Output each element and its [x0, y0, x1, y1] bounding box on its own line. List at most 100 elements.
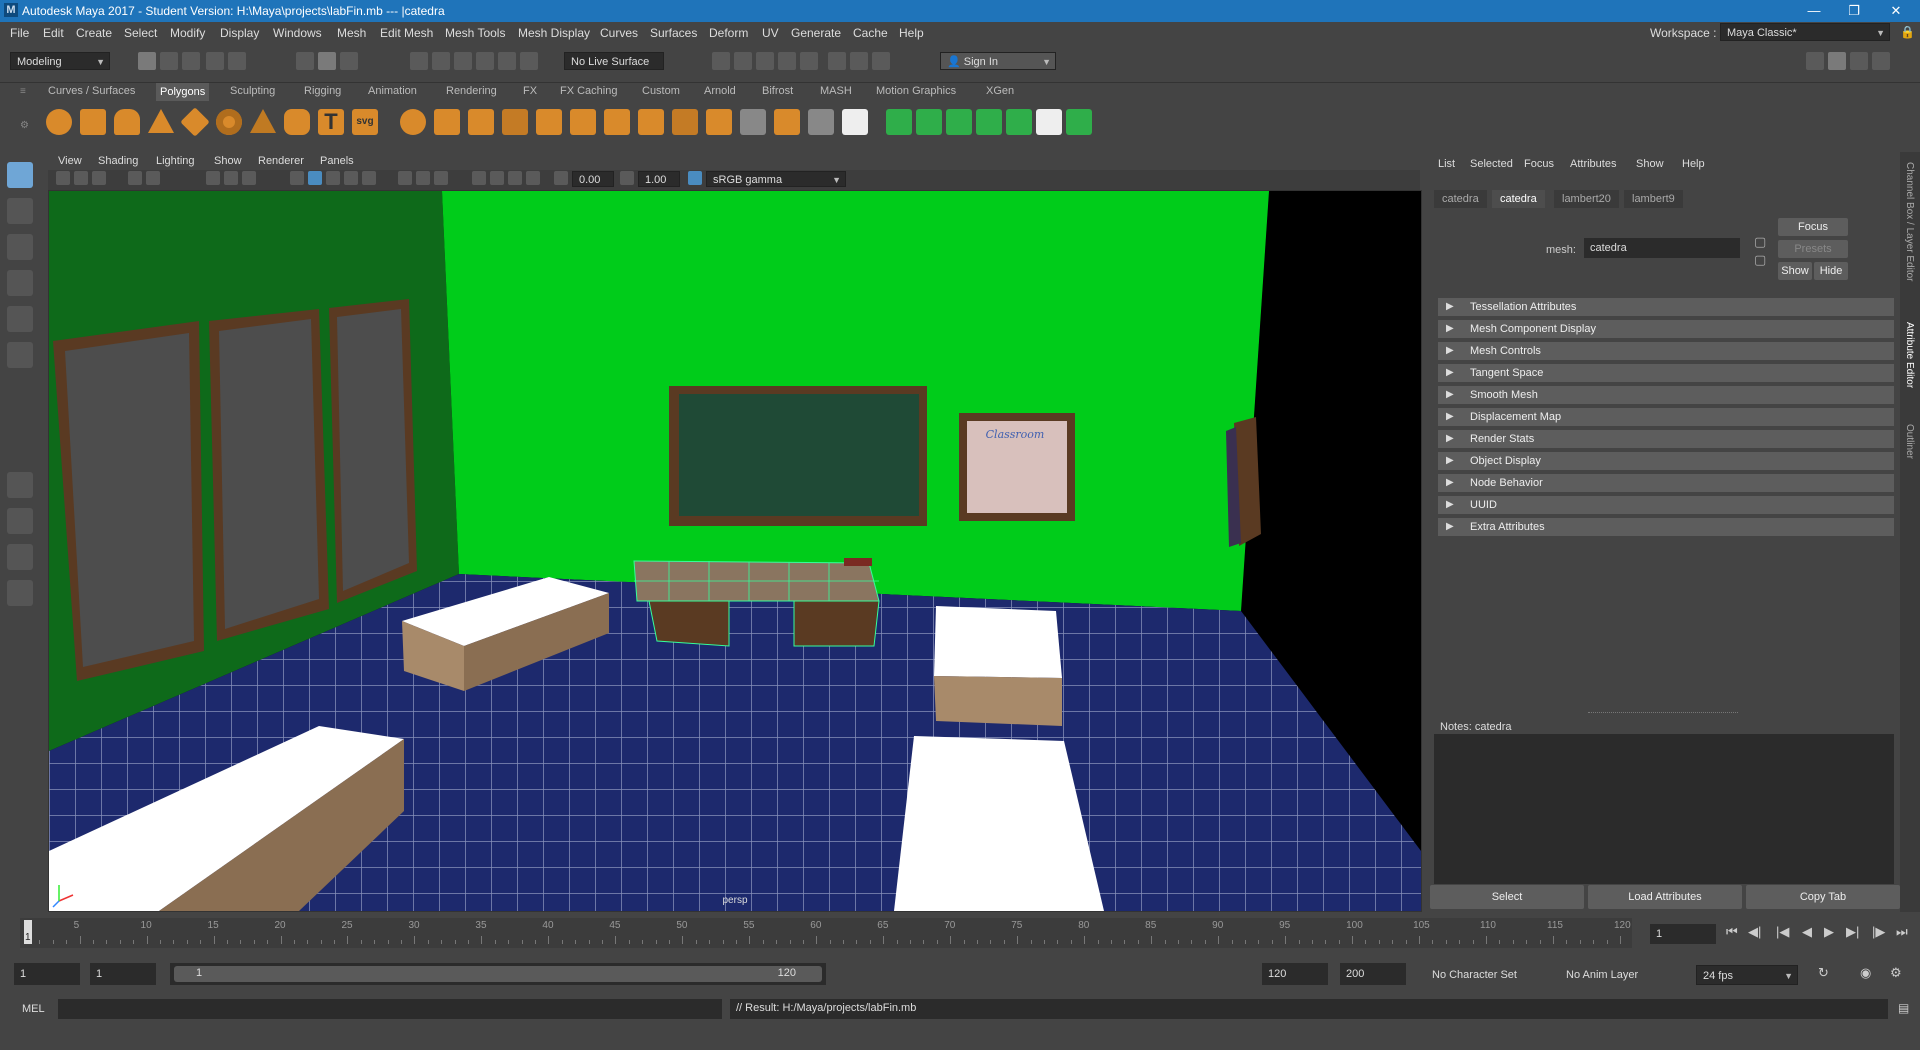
menu-help[interactable]: Help — [899, 26, 924, 40]
booleans-icon[interactable] — [842, 109, 868, 135]
shelf-tab-polygons[interactable]: Polygons — [156, 83, 210, 101]
viewport-menu-view[interactable]: View — [58, 155, 82, 167]
copy-tab-button[interactable]: Copy Tab — [1746, 885, 1900, 909]
animation-start-field[interactable]: 1 — [14, 963, 80, 985]
attribute-editor-toggle-icon[interactable] — [1828, 52, 1846, 70]
restore-icon[interactable]: ❐ — [1834, 2, 1874, 20]
open-scene-icon[interactable] — [160, 52, 178, 70]
insert-edge-loop-icon[interactable] — [706, 109, 732, 135]
side-tab-channel-box[interactable]: Channel Box / Layer Editor — [1904, 162, 1915, 282]
anim-layer-dropdown[interactable]: No Anim Layer — [1560, 965, 1676, 985]
modeling-toolkit-icon[interactable] — [1806, 52, 1824, 70]
separate-icon[interactable] — [434, 109, 460, 135]
viewport-3d[interactable]: Classroom persp — [48, 190, 1422, 912]
shadows-icon[interactable] — [398, 171, 412, 185]
ae-menu-selected[interactable]: Selected — [1470, 158, 1513, 170]
gamma-field[interactable]: 1.00 — [638, 171, 680, 187]
snap-view-icon[interactable] — [476, 52, 494, 70]
hide-button[interactable]: Hide — [1814, 262, 1848, 280]
exposure-field[interactable]: 0.00 — [572, 171, 614, 187]
animation-end-field[interactable]: 200 — [1340, 963, 1406, 985]
paint-select-tool-icon[interactable] — [7, 234, 33, 260]
section-node-behavior[interactable]: ▶ Node Behavior — [1438, 474, 1894, 492]
step-forward-frame-icon[interactable]: ▶| — [1846, 924, 1859, 940]
side-tab-attribute-editor[interactable]: Attribute Editor — [1904, 322, 1915, 388]
menu-edit-mesh[interactable]: Edit Mesh — [380, 26, 433, 40]
section-uuid[interactable]: ▶ UUID — [1438, 496, 1894, 514]
render-settings-icon[interactable] — [778, 52, 796, 70]
shelf-tab-fx[interactable]: FX — [523, 85, 537, 97]
poly-prism-icon[interactable] — [250, 109, 276, 133]
wireframe-icon[interactable] — [290, 171, 304, 185]
film-gate-icon[interactable] — [224, 171, 238, 185]
menu-mesh[interactable]: Mesh — [337, 26, 366, 40]
shelf-tab-custom[interactable]: Custom — [642, 85, 680, 97]
combine-icon[interactable] — [400, 109, 426, 135]
quad-draw-icon[interactable] — [672, 109, 698, 135]
render-view-icon[interactable] — [712, 52, 730, 70]
uv-spherical-icon[interactable] — [946, 109, 972, 135]
outliner-layout-icon[interactable] — [7, 580, 33, 606]
poly-pipe-icon[interactable] — [284, 109, 310, 135]
ipr-render-icon[interactable] — [756, 52, 774, 70]
character-set-dropdown[interactable]: No Character Set — [1426, 965, 1550, 985]
time-slider[interactable]: 5 10 15 20 25 30 35 40 45 50 55 60 65 70 75 80 85 90 95 100… — [20, 918, 1632, 948]
viewport-menu-panels[interactable]: Panels — [320, 155, 354, 167]
shelf-tab-rigging[interactable]: Rigging — [304, 85, 341, 97]
mesh-name-field[interactable]: catedra — [1584, 238, 1740, 258]
grid-icon[interactable] — [206, 171, 220, 185]
menu-deform[interactable]: Deform — [709, 26, 748, 40]
isolate-select-icon[interactable] — [472, 171, 486, 185]
ae-menu-help[interactable]: Help — [1682, 158, 1705, 170]
go-to-end-icon[interactable]: ⏭ — [1896, 924, 1908, 940]
shelf-tab-mash[interactable]: MASH — [820, 85, 852, 97]
shelf-gear-icon[interactable]: ⚙ — [20, 120, 29, 131]
poly-type-icon[interactable]: T — [318, 109, 344, 135]
wireframe-on-shaded-icon[interactable] — [326, 171, 340, 185]
poly-cylinder-icon[interactable] — [114, 109, 140, 135]
show-button[interactable]: Show — [1778, 262, 1812, 280]
ae-tab-lambert20[interactable]: lambert20 — [1554, 190, 1619, 208]
ae-tab-shape[interactable]: catedra — [1492, 190, 1545, 208]
mode-dropdown[interactable]: Modeling ▼ — [10, 52, 110, 70]
motion-blur-icon[interactable] — [434, 171, 448, 185]
uv-editor-icon[interactable] — [1006, 109, 1032, 135]
shelf-tab-bifrost[interactable]: Bifrost — [762, 85, 793, 97]
shelf-tab-fx-caching[interactable]: FX Caching — [560, 85, 617, 97]
menu-cache[interactable]: Cache — [853, 26, 888, 40]
checker-icon[interactable] — [1036, 109, 1062, 135]
lasso-tool-icon[interactable] — [7, 198, 33, 224]
presets-button[interactable]: Presets — [1778, 240, 1848, 258]
shelf-tab-curves-surfaces[interactable]: Curves / Surfaces — [48, 85, 135, 97]
ambient-occlusion-icon[interactable] — [416, 171, 430, 185]
menu-create[interactable]: Create — [76, 26, 112, 40]
two-view-layout-icon[interactable] — [7, 544, 33, 570]
snap-grid-icon[interactable] — [410, 52, 428, 70]
range-slider[interactable]: 1 120 — [170, 963, 826, 985]
use-all-lights-icon[interactable] — [362, 171, 376, 185]
merge-icon[interactable] — [808, 109, 834, 135]
multi-cut-icon[interactable] — [604, 109, 630, 135]
shelf-tab-arnold[interactable]: Arnold — [704, 85, 736, 97]
splitter-handle[interactable] — [1588, 712, 1738, 715]
uv-layout-icon[interactable] — [1066, 109, 1092, 135]
menu-mesh-display[interactable]: Mesh Display — [518, 26, 590, 40]
sign-in-button[interactable]: 👤 Sign In ▼ — [940, 52, 1056, 70]
section-tessellation-attributes[interactable]: ▶ Tessellation Attributes — [1438, 298, 1894, 316]
four-view-layout-icon[interactable] — [7, 508, 33, 534]
section-tangent-space[interactable]: ▶ Tangent Space — [1438, 364, 1894, 382]
playback-start-field[interactable]: 1 — [90, 963, 156, 985]
render-frame-icon[interactable] — [734, 52, 752, 70]
image-plane-icon[interactable] — [128, 171, 142, 185]
bridge-icon[interactable] — [570, 109, 596, 135]
ae-tab-transform[interactable]: catedra — [1434, 190, 1487, 208]
xray-components-icon[interactable] — [526, 171, 540, 185]
select-hierarchy-icon[interactable] — [296, 52, 314, 70]
xray-joints-icon[interactable] — [508, 171, 522, 185]
side-tab-outliner[interactable]: Outliner — [1904, 424, 1915, 459]
ae-menu-focus[interactable]: Focus — [1524, 158, 1554, 170]
menu-mesh-tools[interactable]: Mesh Tools — [445, 26, 505, 40]
select-component-icon[interactable] — [340, 52, 358, 70]
select-output-icon[interactable]: ▢ — [1754, 252, 1766, 268]
current-frame-field[interactable]: 1 — [1650, 924, 1716, 944]
